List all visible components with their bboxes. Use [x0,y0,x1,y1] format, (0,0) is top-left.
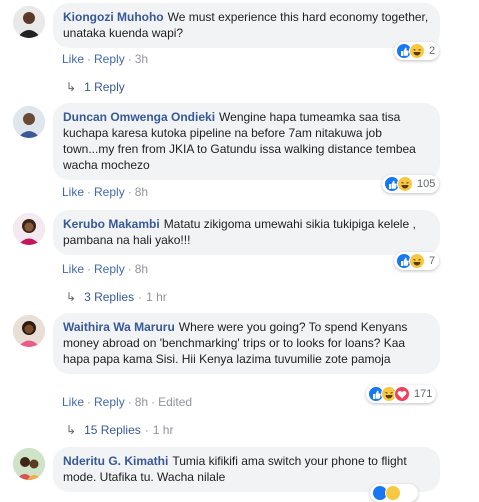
comment-author[interactable]: Kerubo Makambi [63,217,160,231]
view-replies[interactable]: ↳ 3 Replies · 1 hr [66,290,167,304]
like-link[interactable]: Like [62,185,84,199]
comment-time[interactable]: 3h [135,52,148,66]
reaction-summary[interactable]: 171 [366,385,437,403]
reaction-summary[interactable]: 7 [394,252,440,270]
reply-arrow-icon: ↳ [66,290,77,304]
replies-time: 1 hr [152,423,174,437]
reply-link[interactable]: Reply [94,52,125,66]
comment-author[interactable]: Duncan Omwenga Ondieki [63,110,215,124]
replies-label[interactable]: 1 Reply [84,80,125,94]
replies-label[interactable]: 3 Replies [84,290,134,304]
comment-bubble: Duncan Omwenga Ondieki Wengine hapa tumea… [53,103,440,180]
avatar[interactable] [13,106,45,138]
comment-author[interactable]: Kiongozi Muhoho [63,10,164,24]
reaction-summary[interactable] [370,484,418,502]
laughing-face-icon [397,176,413,192]
reaction-summary[interactable]: 2 [394,42,440,60]
comment-bubble: Kiongozi Muhoho We must experience this h… [53,3,440,48]
reaction-count: 105 [417,178,436,190]
reaction-count: 171 [414,388,433,400]
comment-time[interactable]: 8h [135,185,148,199]
comment-bubble: Kerubo Makambi Matatu zikigoma umewahi si… [53,210,440,255]
reply-link[interactable]: Reply [94,262,125,276]
avatar[interactable] [13,213,45,245]
reaction-count: 2 [429,45,436,57]
replies-label[interactable]: 15 Replies [84,423,141,437]
reaction-count: 7 [429,255,436,267]
laughing-face-icon [409,43,425,59]
avatar[interactable] [13,6,45,38]
comment-actions: Like · Reply · 8h [62,185,149,199]
comment-author[interactable]: Nderitu G. Kimathi [63,454,168,468]
comment-author[interactable]: Waithira Wa Maruru [63,320,175,334]
reply-link[interactable]: Reply [94,395,125,409]
like-link[interactable]: Like [62,262,84,276]
avatar[interactable] [13,448,45,480]
view-replies[interactable]: ↳ 15 Replies · 1 hr [66,423,173,437]
comment-actions: Like · Reply · 8h [62,262,149,276]
view-replies[interactable]: ↳ 1 Reply [66,80,125,94]
reply-link[interactable]: Reply [94,185,125,199]
replies-time: 1 hr [146,290,167,304]
like-link[interactable]: Like [62,52,84,66]
comment-bubble: Waithira Wa Maruru Where were you going? … [53,313,440,374]
edited-label[interactable]: Edited [158,395,192,409]
laughing-face-icon [409,253,425,269]
reply-arrow-icon: ↳ [66,80,77,94]
comment-actions: Like · Reply · 8h · Edited [62,395,193,409]
avatar[interactable] [13,315,45,347]
comment-actions: Like · Reply · 3h [62,52,149,66]
like-link[interactable]: Like [62,395,84,409]
comment-time[interactable]: 8h [135,395,148,409]
comment-time[interactable]: 8h [135,262,148,276]
reply-arrow-icon: ↳ [66,423,77,437]
laughing-face-icon [385,485,401,501]
reaction-summary[interactable]: 105 [382,175,440,193]
heart-icon [394,386,410,402]
